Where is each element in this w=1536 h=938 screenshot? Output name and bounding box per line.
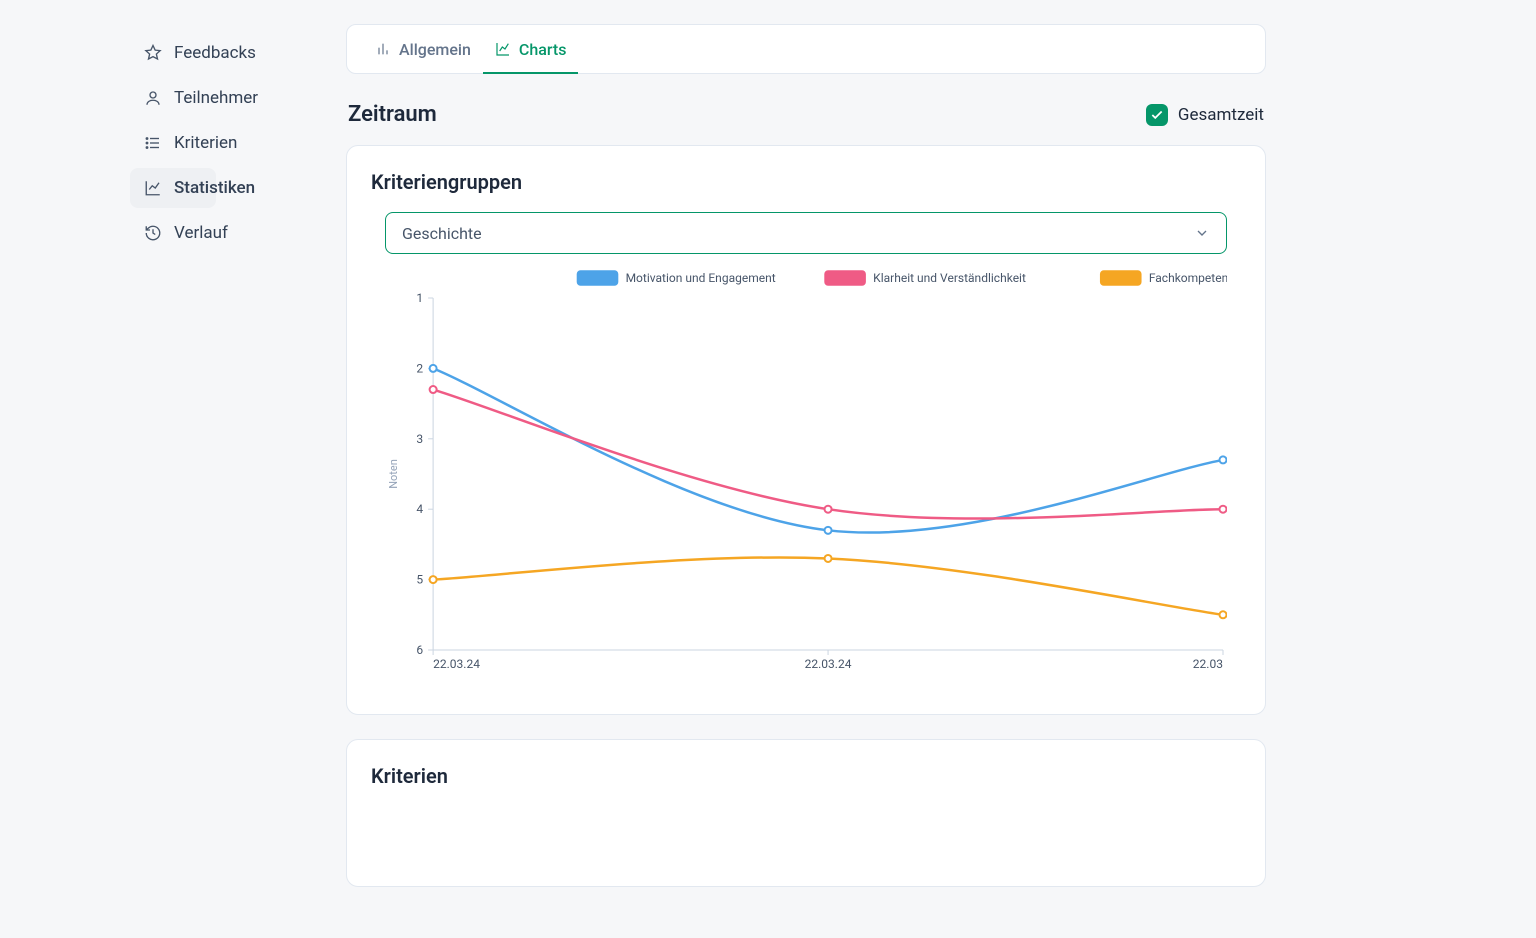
- svg-text:6: 6: [416, 643, 423, 657]
- card-title: Kriteriengruppen: [371, 170, 1241, 194]
- list-icon: [144, 134, 162, 152]
- tab-allgemein[interactable]: Allgemein: [363, 25, 483, 73]
- star-icon: [144, 44, 162, 62]
- check-icon: [1150, 108, 1164, 122]
- svg-text:22.03.24: 22.03.24: [433, 657, 480, 671]
- svg-text:1: 1: [416, 291, 423, 305]
- svg-text:Fachkompetenz: Fachkompetenz: [1149, 271, 1227, 285]
- legend-item[interactable]: Fachkompetenz: [1101, 271, 1227, 285]
- series-line: [433, 557, 1223, 614]
- sidebar-item-label: Kriterien: [174, 133, 237, 153]
- data-point: [825, 506, 832, 513]
- sidebar-item-label: Feedbacks: [174, 43, 256, 63]
- sidebar-item-statistiken[interactable]: Statistiken: [130, 168, 216, 208]
- svg-text:Noten: Noten: [387, 459, 400, 489]
- svg-text:22.03: 22.03: [1193, 657, 1223, 671]
- line-chart: Motivation und Engagement Klarheit und Ve…: [385, 264, 1227, 684]
- legend-item[interactable]: Klarheit und Verständlichkeit: [825, 271, 1026, 285]
- sidebar-item-kriterien[interactable]: Kriterien: [130, 123, 216, 163]
- history-icon: [144, 224, 162, 242]
- svg-text:4: 4: [416, 502, 423, 516]
- sidebar-item-label: Verlauf: [174, 223, 228, 243]
- sidebar-item-label: Statistiken: [174, 178, 255, 198]
- data-point: [430, 386, 437, 393]
- tab-label: Charts: [519, 40, 567, 59]
- series-line: [433, 390, 1223, 519]
- chevron-down-icon: [1194, 225, 1210, 241]
- gesamtzeit-toggle-group: Gesamtzeit: [1146, 104, 1264, 126]
- svg-text:Motivation und Engagement: Motivation und Engagement: [626, 271, 776, 285]
- sidebar: Feedbacks Teilnehmer Kriterien Statistik…: [0, 0, 346, 938]
- data-point: [430, 576, 437, 583]
- main-content: Allgemein Charts Zeitraum Gesamtzeit Kri…: [346, 0, 1536, 938]
- data-point: [825, 527, 832, 534]
- data-point: [430, 365, 437, 372]
- gesamtzeit-checkbox[interactable]: [1146, 104, 1168, 126]
- kriteriengruppen-card: Kriteriengruppen Geschichte Motivation u…: [346, 145, 1266, 715]
- zeitraum-header: Zeitraum Gesamtzeit: [348, 102, 1264, 127]
- zeitraum-title: Zeitraum: [348, 102, 437, 127]
- gesamtzeit-label: Gesamtzeit: [1178, 105, 1264, 125]
- select-value: Geschichte: [402, 224, 482, 243]
- data-point: [825, 555, 832, 562]
- line-chart-icon: [495, 41, 511, 57]
- sidebar-item-feedbacks[interactable]: Feedbacks: [130, 33, 216, 73]
- svg-text:22.03.24: 22.03.24: [805, 657, 852, 671]
- subject-select[interactable]: Geschichte: [385, 212, 1227, 254]
- card-title: Kriterien: [371, 764, 1241, 788]
- data-point: [1219, 456, 1226, 463]
- sidebar-item-verlauf[interactable]: Verlauf: [130, 213, 216, 253]
- tab-bar: Allgemein Charts: [346, 24, 1266, 74]
- data-point: [1219, 611, 1226, 618]
- user-icon: [144, 89, 162, 107]
- svg-text:5: 5: [416, 573, 423, 587]
- chart-container: Motivation und Engagement Klarheit und Ve…: [385, 264, 1227, 684]
- tab-charts[interactable]: Charts: [483, 25, 579, 73]
- tab-label: Allgemein: [399, 40, 471, 59]
- bar-chart-icon: [375, 41, 391, 57]
- svg-text:Klarheit und Verständlichkeit: Klarheit und Verständlichkeit: [873, 271, 1026, 285]
- svg-text:3: 3: [416, 432, 423, 446]
- legend-item[interactable]: Motivation und Engagement: [577, 271, 775, 285]
- sidebar-item-label: Teilnehmer: [174, 88, 258, 108]
- kriterien-card: Kriterien: [346, 739, 1266, 887]
- svg-text:2: 2: [416, 361, 423, 375]
- data-point: [1219, 506, 1226, 513]
- sidebar-item-teilnehmer[interactable]: Teilnehmer: [130, 78, 216, 118]
- chart-icon: [144, 179, 162, 197]
